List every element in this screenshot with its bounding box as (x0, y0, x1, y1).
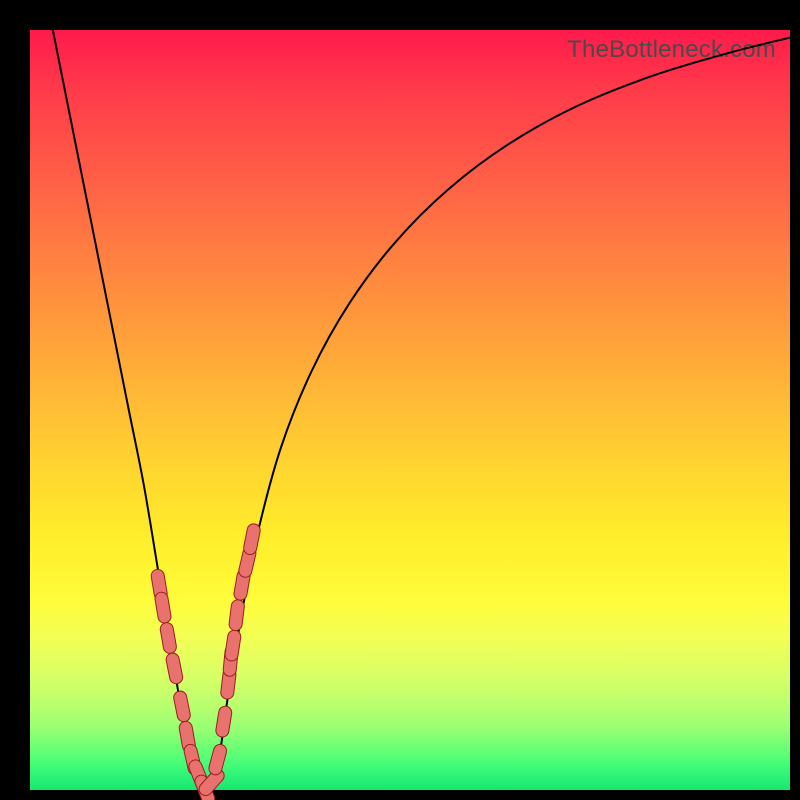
plot-area: TheBottleneck.com (30, 30, 790, 790)
bottleneck-curve (53, 30, 790, 790)
chart-frame: TheBottleneck.com (0, 0, 800, 800)
curve-layer (30, 30, 790, 790)
highlighted-points (158, 530, 254, 798)
